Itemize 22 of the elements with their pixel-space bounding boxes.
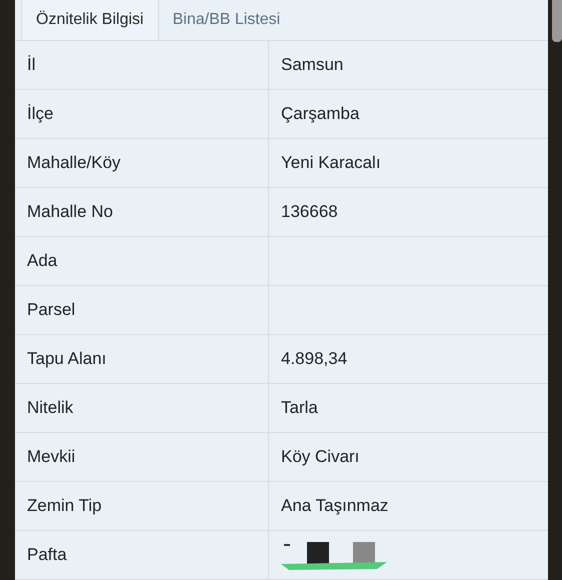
value-cell: Köy Civarı	[268, 433, 548, 481]
value-cell: Samsun	[268, 41, 548, 89]
label-cell-text: Ada	[26, 250, 58, 272]
value-cell: Yeni Karacalı	[268, 139, 548, 187]
tab[interactable]: Öznitelik Bilgisi	[21, 0, 159, 40]
label-cell-text: Pafta	[26, 544, 68, 566]
value-cell: Ana Taşınmaz	[268, 482, 548, 530]
value-cell: 136668	[268, 188, 548, 236]
label-cell-text: Nitelik	[26, 397, 74, 419]
label-cell-text: İlçe	[26, 103, 54, 125]
value-cell: Çarşamba	[268, 90, 548, 138]
label-cell-text: Zemin Tip	[26, 495, 103, 517]
scrollbar[interactable]	[552, 0, 562, 42]
value-cell: Tarla	[268, 384, 548, 432]
label-cell-text: Mahalle/Köy	[26, 152, 122, 174]
label-cell-text: İl	[26, 54, 36, 76]
label-cell-text: Mevkii	[26, 446, 76, 468]
label-cell-text: Parsel	[26, 299, 76, 321]
label-cell-text: Tapu Alanı	[26, 348, 108, 370]
value-cell: 4.898,34	[268, 335, 548, 383]
label-cell-text: Mahalle No	[26, 201, 114, 223]
tab[interactable]: Bina/BB Listesi	[158, 0, 294, 40]
